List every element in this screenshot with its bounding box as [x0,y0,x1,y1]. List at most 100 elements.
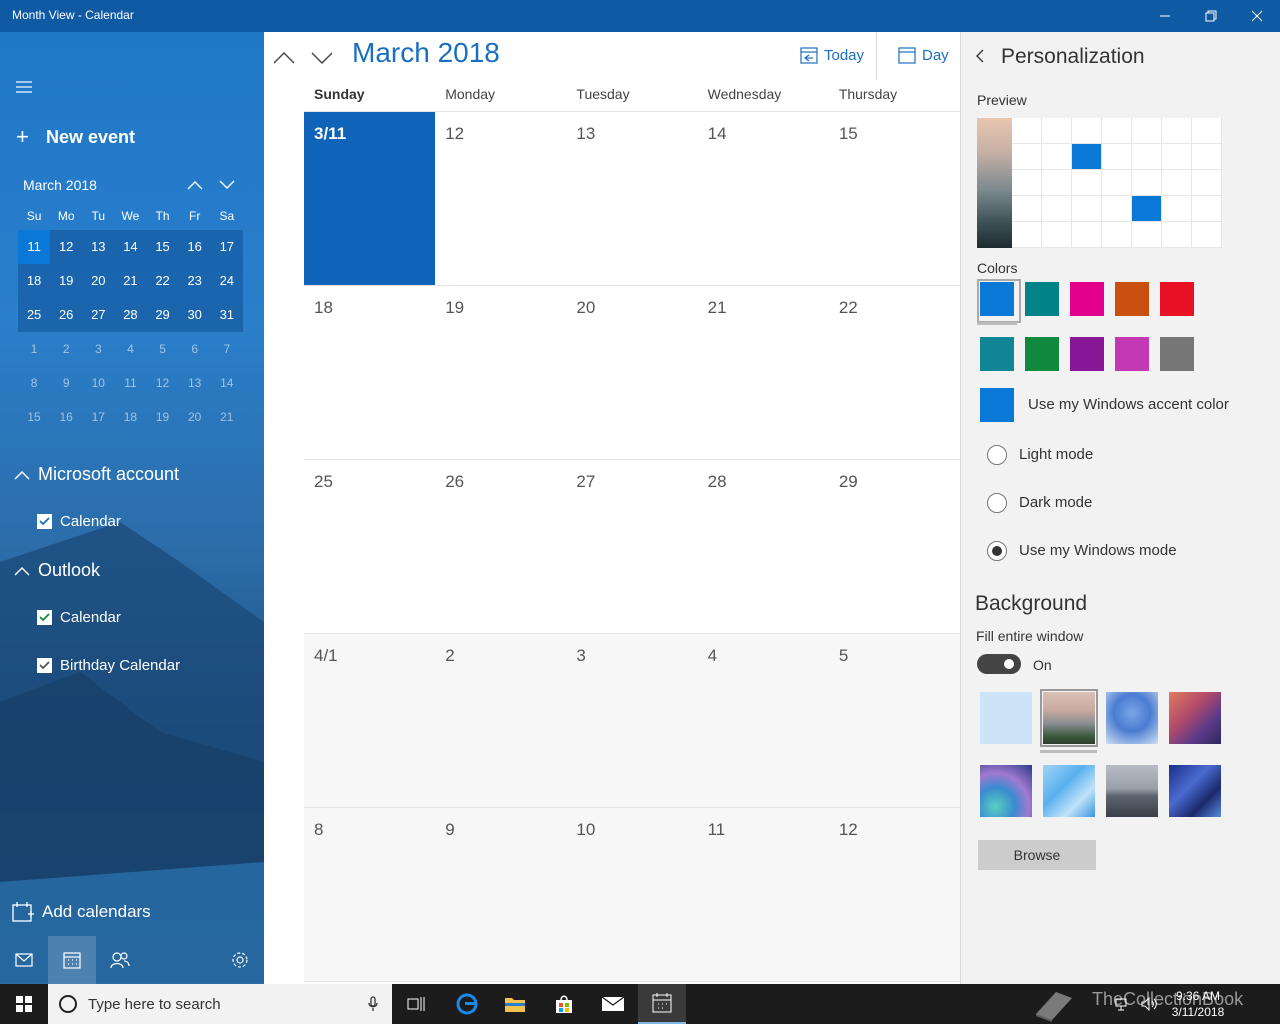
microphone-icon[interactable] [368,996,378,1012]
mini-calendar-day[interactable]: 17 [210,230,243,264]
outlook-account-header[interactable]: Outlook [14,560,100,581]
people-button[interactable] [96,936,144,984]
day-cell[interactable]: 4/1 [304,634,436,807]
mini-calendar-day[interactable]: 13 [179,366,211,400]
mini-calendar-day[interactable]: 4 [114,332,146,366]
day-cell[interactable]: 2 [435,634,567,807]
mini-calendar-day[interactable]: 6 [179,332,211,366]
network-icon[interactable] [1115,997,1131,1011]
day-cell[interactable]: 22 [829,286,960,459]
calendar-checkbox-item[interactable]: Calendar [37,513,121,530]
previous-month-button[interactable] [270,44,298,72]
mini-calendar-day[interactable]: 27 [82,298,115,332]
volume-icon[interactable] [1141,997,1159,1011]
mini-calendar-day[interactable]: 25 [18,298,51,332]
task-view-button[interactable] [392,984,440,1024]
color-swatch[interactable] [1160,282,1194,316]
dark-mode-label[interactable]: Dark mode [1019,494,1092,511]
mini-calendar-day[interactable]: 24 [210,264,243,298]
calendar-taskbar-button[interactable] [638,984,686,1024]
light-mode-label[interactable]: Light mode [1019,446,1093,463]
color-swatch[interactable] [1115,282,1149,316]
mini-calendar-day[interactable]: 11 [18,230,51,264]
day-cell[interactable]: 3 [566,634,698,807]
color-swatch[interactable] [1070,282,1104,316]
minimize-button[interactable] [1142,0,1188,32]
mini-calendar-day[interactable]: 12 [50,230,83,264]
add-calendars-button[interactable]: Add calendars [12,902,151,922]
hamburger-menu-button[interactable] [16,80,34,94]
light-mode-radio[interactable] [987,445,1007,465]
mini-calendar-day[interactable]: 1 [18,332,50,366]
mini-calendar-day[interactable]: 7 [211,332,243,366]
edge-button[interactable] [443,984,491,1024]
mini-calendar-day[interactable]: 16 [178,230,211,264]
color-swatch[interactable] [1070,337,1104,371]
mail-button[interactable] [0,936,48,984]
mini-calendar-day[interactable]: 14 [211,366,243,400]
mini-calendar-day[interactable]: 5 [147,332,179,366]
color-swatch[interactable] [1160,337,1194,371]
mini-calendar-day[interactable]: 11 [114,366,146,400]
day-cell[interactable]: 20 [566,286,697,459]
month-title[interactable]: March 2018 [352,37,500,69]
color-swatch[interactable] [977,279,1021,323]
day-cell[interactable]: 29 [829,460,960,633]
day-cell[interactable]: 8 [304,808,436,981]
day-cell[interactable]: 14 [698,112,829,285]
start-button[interactable] [0,984,48,1024]
mini-calendar-day[interactable]: 9 [50,366,82,400]
mini-calendar-day[interactable]: 23 [178,264,211,298]
mini-calendar-day[interactable]: 3 [82,332,114,366]
day-cell[interactable]: 19 [435,286,566,459]
day-cell[interactable]: 21 [698,286,829,459]
mini-calendar-day[interactable]: 22 [146,264,179,298]
checkbox[interactable] [37,658,52,673]
windows-mode-radio[interactable] [987,541,1007,561]
accent-color-option[interactable]: Use my Windows accent color [1028,396,1229,413]
mini-calendar-day[interactable]: 14 [114,230,147,264]
mini-calendar-day[interactable]: 20 [82,264,115,298]
background-thumb-tree[interactable] [1106,692,1158,744]
mini-calendar-day[interactable]: 30 [178,298,211,332]
microsoft-account-header[interactable]: Microsoft account [14,464,179,485]
mini-calendar-day[interactable]: 18 [114,400,146,434]
day-view-button[interactable]: Day [898,46,949,64]
windows-mode-label[interactable]: Use my Windows mode [1019,542,1177,559]
today-button[interactable]: Today [800,46,864,64]
background-thumb-canyon[interactable] [1169,692,1221,744]
day-cell[interactable]: 12 [435,112,566,285]
color-swatch[interactable] [1025,337,1059,371]
mini-calendar-day[interactable]: 2 [50,332,82,366]
mini-calendar-day[interactable]: 13 [82,230,115,264]
color-swatch[interactable] [980,337,1014,371]
mini-calendar-day[interactable]: 17 [82,400,114,434]
taskbar-clock[interactable]: 9:36 AM 3/11/2018 [1168,988,1228,1020]
day-cell[interactable]: 27 [566,460,697,633]
day-cell[interactable]: 4 [697,634,829,807]
mini-calendar-day[interactable]: 28 [114,298,147,332]
taskbar-search-box[interactable]: Type here to search [48,984,392,1024]
checkbox[interactable] [37,514,52,529]
background-thumb-stars[interactable] [1169,765,1221,817]
back-button[interactable] [975,46,991,66]
background-thumb-bubbles[interactable] [980,765,1032,817]
mini-calendar-day[interactable]: 21 [114,264,147,298]
mini-calendar-day[interactable]: 18 [18,264,51,298]
background-thumb-polygon[interactable] [1043,765,1095,817]
mini-calendar-day[interactable]: 15 [18,400,50,434]
mini-calendar-day[interactable]: 26 [50,298,83,332]
background-thumb-light-blue[interactable] [980,692,1032,744]
day-cell[interactable]: 25 [304,460,435,633]
mini-calendar-day[interactable]: 31 [210,298,243,332]
mini-calendar-day[interactable]: 19 [147,400,179,434]
mini-calendar-day[interactable]: 8 [18,366,50,400]
mini-calendar-day[interactable]: 21 [211,400,243,434]
store-button[interactable] [540,984,588,1024]
color-swatch[interactable] [1115,337,1149,371]
calendar-button[interactable] [48,936,96,984]
background-thumb-mountain[interactable] [1040,689,1098,747]
day-cell[interactable]: 9 [435,808,567,981]
new-event-button[interactable]: + New event [16,124,135,150]
color-swatch[interactable] [1025,282,1059,316]
